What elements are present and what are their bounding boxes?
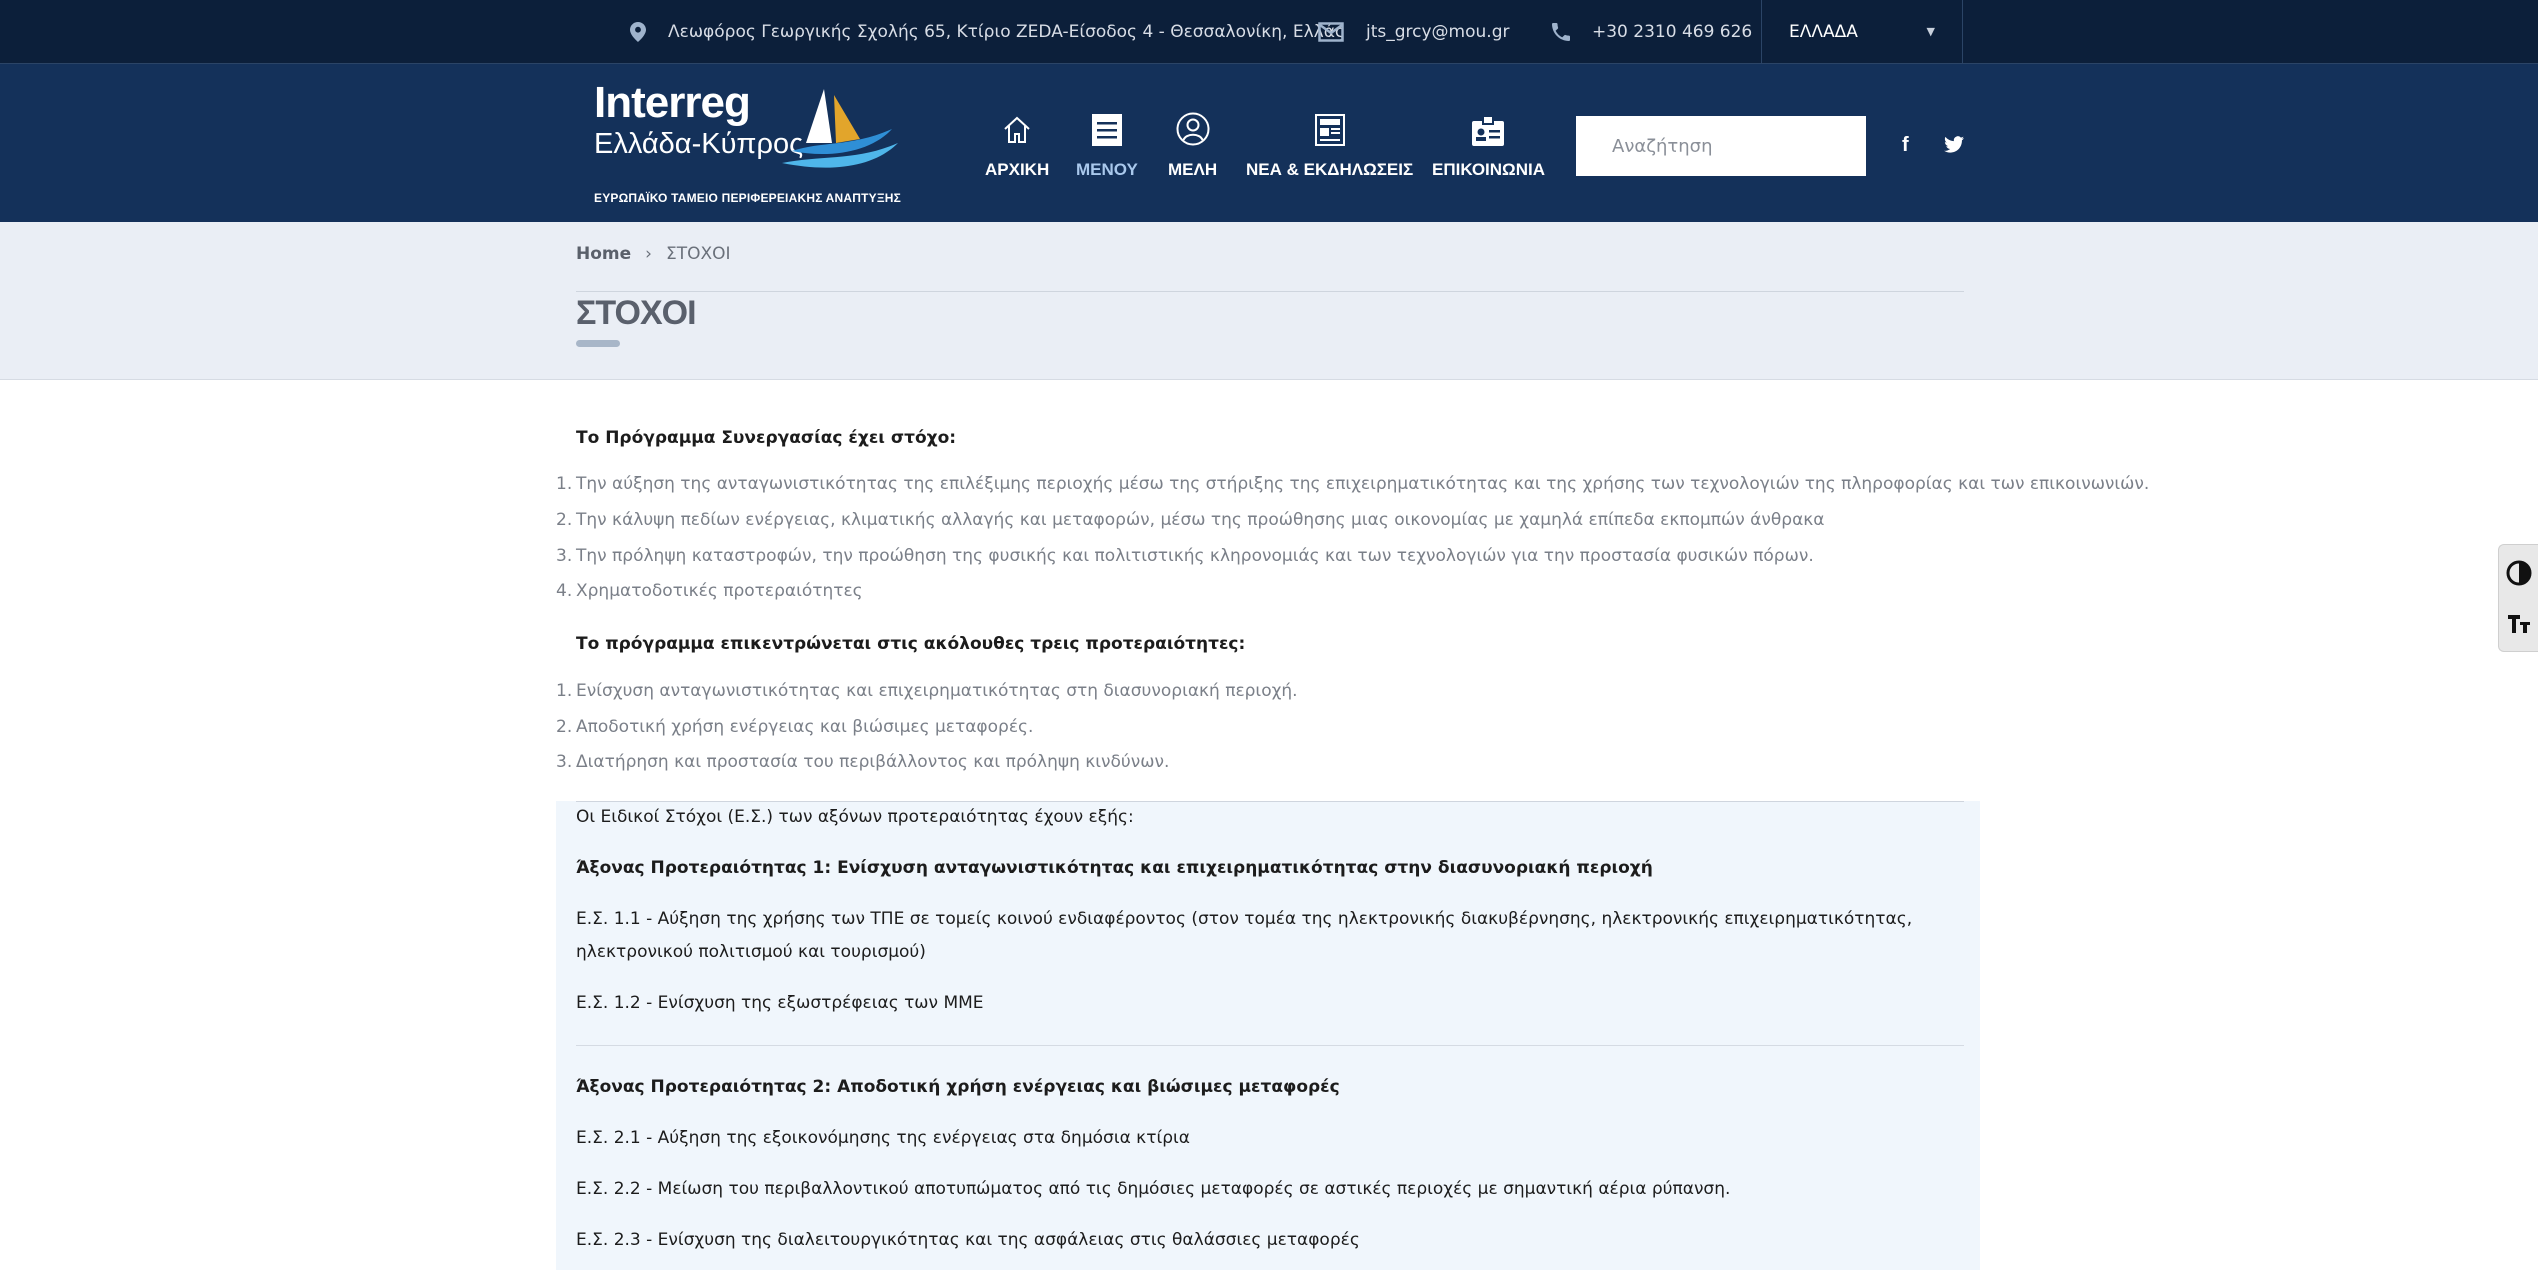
page-title: ΣΤΟΧΟΙ (576, 294, 697, 332)
accessibility-toolbar (2498, 544, 2538, 652)
contact-card-icon (1472, 116, 1505, 146)
nav-contact[interactable]: ΕΠΙΚΟΙΝΩΝΙΑ (1432, 64, 1545, 222)
nav-home-label: ΑΡΧΙΚΗ (985, 160, 1050, 179)
list-item: 1. Την αύξηση της ανταγωνιστικότητας της … (556, 474, 2150, 494)
list-item: 3. Διατήρηση και προστασία του περιβάλλον… (556, 752, 1170, 772)
phone-info[interactable]: +30 2310 469 626 (1552, 0, 1752, 64)
sailboat-icon (782, 89, 898, 168)
logo-tagline: ΕΥΡΩΠΑΪΚΟ ΤΑΜΕΙΟ ΠΕΡΙΦΕΡΕΙΑΚΗΣ ΑΝΑΠΤΥΞΗΣ (594, 191, 902, 205)
goal-text: Την κάλυψη πεδίων ενέργειας, κλιματικής … (576, 510, 1825, 530)
twitter-icon[interactable] (1944, 136, 1964, 159)
newspaper-icon (1314, 114, 1345, 146)
logo-line-1: Interreg (594, 78, 751, 127)
home-icon (1004, 116, 1030, 143)
objective-1-2: Ε.Σ. 1.2 - Ενίσχυση της εξωστρέφειας των… (576, 993, 984, 1013)
main-content: Το Πρόγραμμα Συνεργασίας έχει στόχο: 1. Τ… (0, 380, 2538, 1270)
divider (576, 1045, 1964, 1046)
objective-2-3: Ε.Σ. 2.3 - Ενίσχυση της διαλειτουργικότη… (576, 1230, 1360, 1250)
user-icon (1176, 112, 1210, 146)
objective-2-2: Ε.Σ. 2.2 - Μείωση του περιβαλλοντικού απ… (576, 1179, 1731, 1199)
email-info[interactable]: jts_grcy@mou.gr (1318, 0, 1509, 64)
page-header-band: Home › ΣΤΟΧΟΙ ΣΤΟΧΟΙ (0, 222, 2538, 380)
chevron-down-icon: ▼ (1926, 25, 1935, 38)
nav-news-events[interactable]: ΝΕΑ & ΕΚΔΗΛΩΣΕΙΣ (1246, 64, 1413, 222)
main-header: Interreg Ελλάδα-Κύπρος ΕΥΡΩΠΑΪΚΟ ΤΑΜΕΙΟ … (0, 64, 2538, 222)
nav-menu[interactable]: ΜΕΝΟΥ (1076, 64, 1138, 222)
contrast-icon[interactable] (2503, 553, 2535, 593)
phone-icon (1552, 23, 1570, 41)
list-item: 3. Την πρόληψη καταστροφών, την προώθηση … (556, 546, 1814, 566)
list-item: 2. Αποδοτική χρήση ενέργειας και βιώσιμες… (556, 717, 1034, 737)
breadcrumb: Home › ΣΤΟΧΟΙ (576, 244, 1964, 292)
axis-1-title: Άξονας Προτεραιότητας 1: Ενίσχυση ανταγω… (576, 858, 1653, 878)
email-link[interactable]: jts_grcy@mou.gr (1366, 22, 1509, 42)
address-text: Λεωφόρος Γεωργικής Σχολής 65, Κτίριο ZED… (668, 22, 1345, 42)
mail-icon (1318, 22, 1344, 42)
nav-members-label: ΜΕΛΗ (1168, 160, 1218, 179)
facebook-icon[interactable]: f (1902, 134, 1909, 157)
intro-heading-2: Το πρόγραμμα επικεντρώνεται στις ακόλουθ… (576, 634, 1246, 654)
document-icon (1091, 114, 1122, 146)
breadcrumb-home[interactable]: Home (576, 244, 631, 264)
top-bar: Λεωφόρος Γεωργικής Σχολής 65, Κτίριο ZED… (0, 0, 2538, 64)
list-item: 4. Χρηματοδοτικές προτεραιότητες (556, 581, 863, 601)
text-size-icon[interactable] (2503, 603, 2535, 643)
goal-text: Χρηματοδοτικές προτεραιότητες (576, 581, 863, 601)
divider (1962, 0, 1963, 64)
list-item: 1. Ενίσχυση ανταγωνιστικότητας και επιχει… (556, 681, 1298, 701)
goal-text: Την πρόληψη καταστροφών, την προώθηση τη… (576, 546, 1814, 566)
nav-menu-label: ΜΕΝΟΥ (1076, 160, 1138, 179)
search-input[interactable] (1576, 116, 1866, 176)
intro-heading-1: Το Πρόγραμμα Συνεργασίας έχει στόχο: (576, 428, 957, 448)
language-select[interactable]: ΕΛΛΑΔΑ ▼ (1762, 0, 1962, 64)
nav-members[interactable]: ΜΕΛΗ (1168, 64, 1217, 222)
breadcrumb-current: ΣΤΟΧΟΙ (665, 244, 731, 264)
title-underline (576, 340, 620, 347)
interreg-logo[interactable]: Interreg Ελλάδα-Κύπρος ΕΥΡΩΠΑΪΚΟ ΤΑΜΕΙΟ … (592, 76, 902, 211)
list-item: 2. Την κάλυψη πεδίων ενέργειας, κλιματική… (556, 510, 1825, 530)
specific-intro: Οι Ειδικοί Στόχοι (Ε.Σ.) των αξόνων προτ… (576, 807, 1134, 827)
priority-text: Ενίσχυση ανταγωνιστικότητας και επιχειρη… (576, 681, 1298, 701)
language-value: ΕΛΛΑΔΑ (1789, 22, 1858, 42)
location-pin-icon (630, 22, 646, 42)
objective-2-1: Ε.Σ. 2.1 - Αύξηση της εξοικονόμησης της … (576, 1128, 1190, 1148)
nav-news-events-label: ΝΕΑ & ΕΚΔΗΛΩΣΕΙΣ (1246, 160, 1414, 179)
address-info: Λεωφόρος Γεωργικής Σχολής 65, Κτίριο ZED… (630, 0, 1345, 64)
priority-text: Αποδοτική χρήση ενέργειας και βιώσιμες μ… (576, 717, 1034, 737)
goal-text: Την αύξηση της ανταγωνιστικότητας της επ… (576, 474, 2150, 494)
nav-home[interactable]: ΑΡΧΙΚΗ (985, 64, 1049, 222)
priority-text: Διατήρηση και προστασία του περιβάλλοντο… (576, 752, 1170, 772)
nav-contact-label: ΕΠΙΚΟΙΝΩΝΙΑ (1432, 160, 1545, 179)
objective-1-1: Ε.Σ. 1.1 - Αύξηση της χρήσης των ΤΠΕ σε … (576, 909, 1913, 962)
chevron-right-icon: › (645, 244, 652, 264)
axis-2-title: Άξονας Προτεραιότητας 2: Αποδοτική χρήση… (576, 1077, 1340, 1097)
phone-text[interactable]: +30 2310 469 626 (1592, 22, 1752, 42)
